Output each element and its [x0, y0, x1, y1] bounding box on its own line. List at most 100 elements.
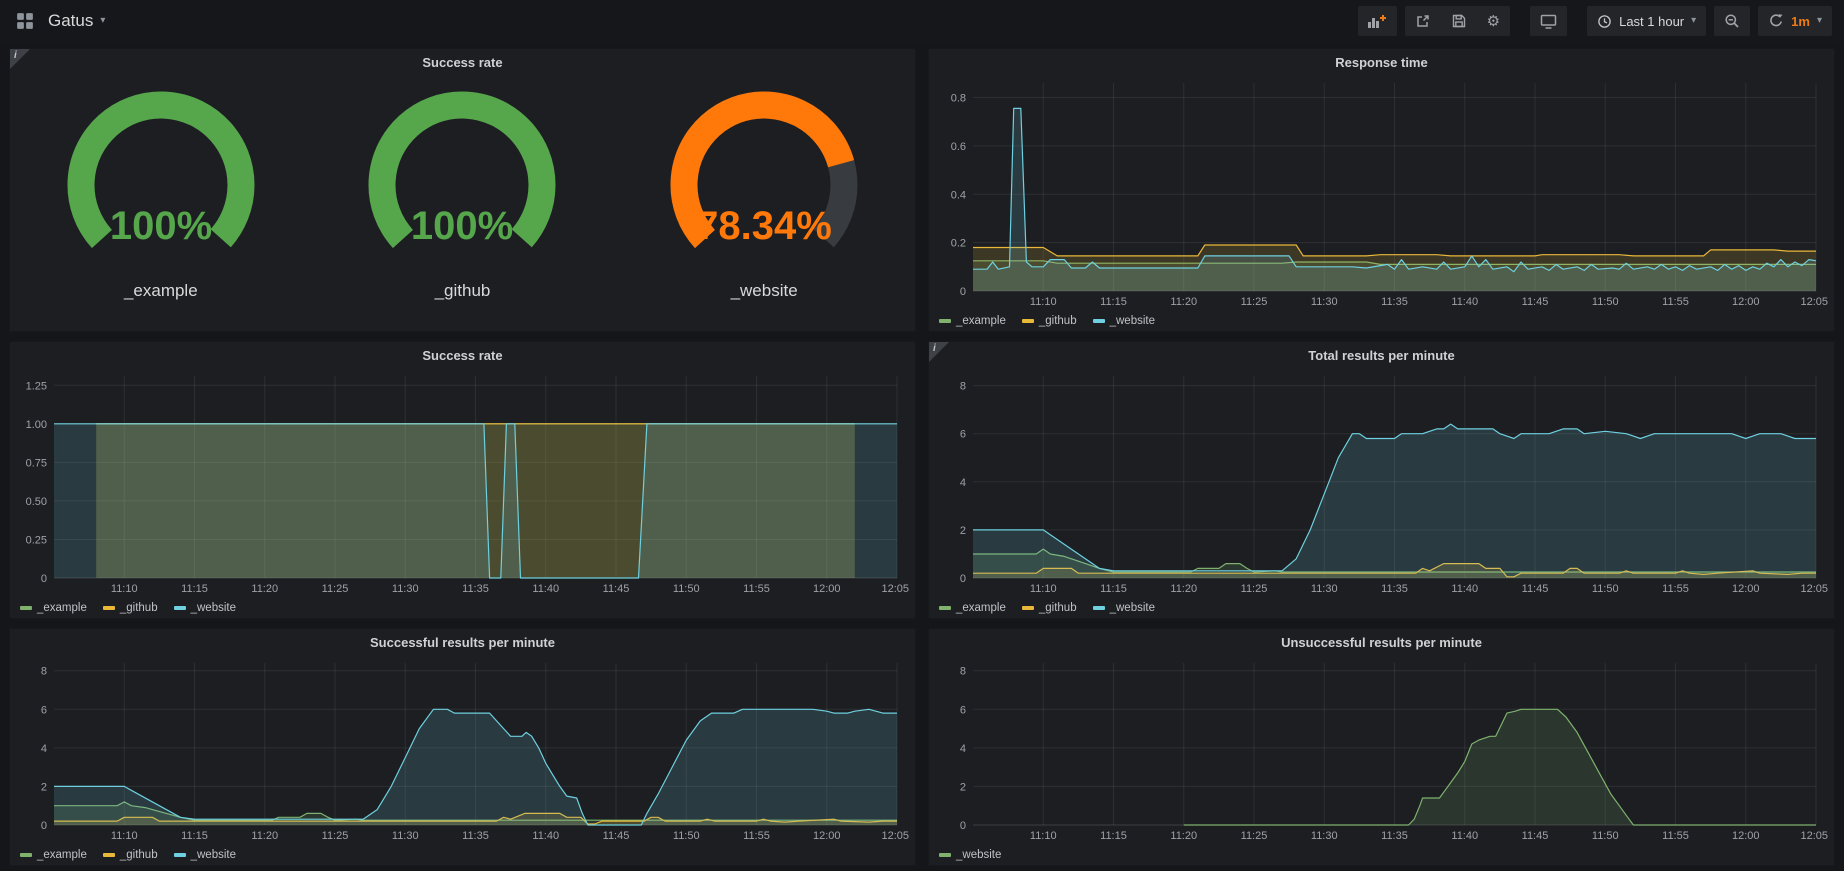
svg-text:11:45: 11:45: [603, 583, 630, 595]
legend-label: _example: [37, 602, 87, 614]
panel-info-corner[interactable]: i: [929, 342, 949, 362]
panel-title-text: Unsuccessful results per minute: [1281, 635, 1482, 650]
svg-text:11:20: 11:20: [1170, 830, 1197, 842]
panel-title[interactable]: Unsuccessful results per minute: [929, 629, 1834, 655]
svg-text:11:15: 11:15: [1100, 296, 1127, 308]
legend-item-_example[interactable]: _example: [939, 602, 1006, 614]
legend-label: _github: [120, 602, 158, 614]
svg-text:1.00: 1.00: [26, 419, 47, 431]
svg-text:11:10: 11:10: [1030, 296, 1057, 308]
panel-title[interactable]: Total results per minute: [929, 342, 1834, 368]
panel-title[interactable]: Successful results per minute: [10, 629, 915, 655]
total-results-chart[interactable]: 11:1011:1511:2011:2511:3011:3511:4011:45…: [933, 368, 1830, 598]
panel-unsuccessful-results: Unsuccessful results per minute 11:1011:…: [928, 628, 1835, 866]
svg-text:11:20: 11:20: [1170, 296, 1197, 308]
svg-text:11:40: 11:40: [532, 583, 559, 595]
svg-text:11:30: 11:30: [1311, 830, 1338, 842]
svg-text:11:35: 11:35: [462, 583, 489, 595]
svg-text:11:35: 11:35: [462, 830, 489, 842]
svg-text:0: 0: [960, 573, 966, 585]
legend-item-_example[interactable]: _example: [20, 849, 87, 861]
settings-button[interactable]: ⚙: [1477, 6, 1510, 36]
panel-title[interactable]: Success rate: [10, 342, 915, 368]
legend-swatch: [103, 606, 115, 610]
legend-label: _website: [1110, 602, 1155, 614]
svg-text:11:40: 11:40: [532, 830, 559, 842]
svg-text:12:00: 12:00: [813, 830, 841, 842]
svg-text:11:30: 11:30: [392, 830, 419, 842]
gauge-label: _website: [731, 281, 798, 301]
svg-text:0.6: 0.6: [951, 141, 966, 153]
zoom-out-button[interactable]: [1714, 6, 1750, 36]
legend-item-_website[interactable]: _website: [174, 849, 236, 861]
panel-total-results: i Total results per minute 11:1011:1511:…: [928, 341, 1835, 619]
svg-text:11:20: 11:20: [1170, 583, 1197, 595]
monitor-icon: [1540, 13, 1557, 30]
panel-title[interactable]: Response time: [929, 49, 1834, 75]
legend-swatch: [20, 853, 32, 857]
panel-info-corner[interactable]: i: [10, 49, 30, 69]
time-range-picker[interactable]: Last 1 hour ▾: [1587, 6, 1706, 36]
response-time-chart[interactable]: 11:1011:1511:2011:2511:3011:3511:4011:45…: [933, 75, 1830, 311]
svg-text:11:35: 11:35: [1381, 296, 1408, 308]
svg-text:11:50: 11:50: [1592, 830, 1619, 842]
save-button[interactable]: [1441, 6, 1477, 36]
series-fill-_website: [54, 709, 897, 825]
legend-item-_website[interactable]: _website: [174, 602, 236, 614]
legend-item-_github[interactable]: _github: [103, 602, 158, 614]
legend-item-_example[interactable]: _example: [939, 315, 1006, 327]
chart-body: 11:1011:1511:2011:2511:3011:3511:4011:45…: [10, 368, 915, 618]
dashboards-grid-icon[interactable]: [12, 8, 38, 34]
legend-swatch: [103, 853, 115, 857]
legend-label: _website: [191, 849, 236, 861]
gauge-label: _example: [124, 281, 198, 301]
successful-results-chart[interactable]: 11:1011:1511:2011:2511:3011:3511:4011:45…: [14, 655, 911, 845]
success-rate-chart[interactable]: 11:1011:1511:2011:2511:3011:3511:4011:45…: [14, 368, 911, 598]
legend-item-_github[interactable]: _github: [1022, 602, 1077, 614]
caret-down-icon: ▾: [1691, 16, 1696, 26]
dashboard-title: Gatus: [48, 11, 93, 31]
panel-title[interactable]: Success rate: [10, 49, 915, 75]
svg-text:11:45: 11:45: [603, 830, 630, 842]
legend-swatch: [20, 606, 32, 610]
unsuccessful-results-chart[interactable]: 11:1011:1511:2011:2511:3011:3511:4011:45…: [933, 655, 1830, 845]
dashboard-grid: i Success rate 100%_example100%_github78…: [0, 42, 1844, 866]
svg-text:0.50: 0.50: [26, 496, 47, 508]
svg-text:8: 8: [960, 381, 966, 393]
legend-label: _github: [1039, 602, 1077, 614]
legend-item-_github[interactable]: _github: [103, 849, 158, 861]
svg-text:0.75: 0.75: [26, 457, 47, 469]
svg-text:12:00: 12:00: [813, 583, 841, 595]
panel-title-text: Successful results per minute: [370, 635, 555, 650]
legend-item-_website[interactable]: _website: [1093, 315, 1155, 327]
svg-text:12:00: 12:00: [1732, 583, 1760, 595]
dashboard-title-dropdown[interactable]: Gatus ▾: [48, 11, 105, 31]
save-icon: [1451, 13, 1467, 29]
legend-item-_website[interactable]: _website: [1093, 602, 1155, 614]
svg-text:11:35: 11:35: [1381, 830, 1408, 842]
svg-text:8: 8: [41, 666, 47, 678]
legend-swatch: [1022, 319, 1034, 323]
svg-text:12:00: 12:00: [1732, 830, 1760, 842]
gauge-_example: 100% _example: [12, 87, 311, 301]
chart-legend: _example _github _website: [14, 598, 911, 618]
gauge-label: _github: [435, 281, 491, 301]
caret-down-icon: ▾: [1817, 16, 1822, 26]
legend-item-_website[interactable]: _website: [939, 849, 1001, 861]
legend-label: _example: [37, 849, 87, 861]
gauge-value: 100%: [110, 204, 212, 248]
add-panel-button[interactable]: [1358, 6, 1397, 36]
refresh-picker[interactable]: 1m ▾: [1758, 6, 1832, 36]
svg-text:4: 4: [41, 743, 47, 755]
gauge-value: 100%: [411, 204, 513, 248]
svg-text:12:05: 12:05: [1800, 296, 1828, 308]
tv-mode-button[interactable]: [1530, 6, 1567, 36]
share-button[interactable]: [1405, 6, 1441, 36]
chart-body: 11:1011:1511:2011:2511:3011:3511:4011:45…: [929, 75, 1834, 331]
legend-swatch: [1093, 606, 1105, 610]
svg-text:11:55: 11:55: [1662, 296, 1689, 308]
legend-item-_example[interactable]: _example: [20, 602, 87, 614]
svg-text:11:30: 11:30: [1311, 583, 1338, 595]
legend-item-_github[interactable]: _github: [1022, 315, 1077, 327]
chart-svg: 11:1011:1511:2011:2511:3011:3511:4011:45…: [933, 368, 1830, 598]
